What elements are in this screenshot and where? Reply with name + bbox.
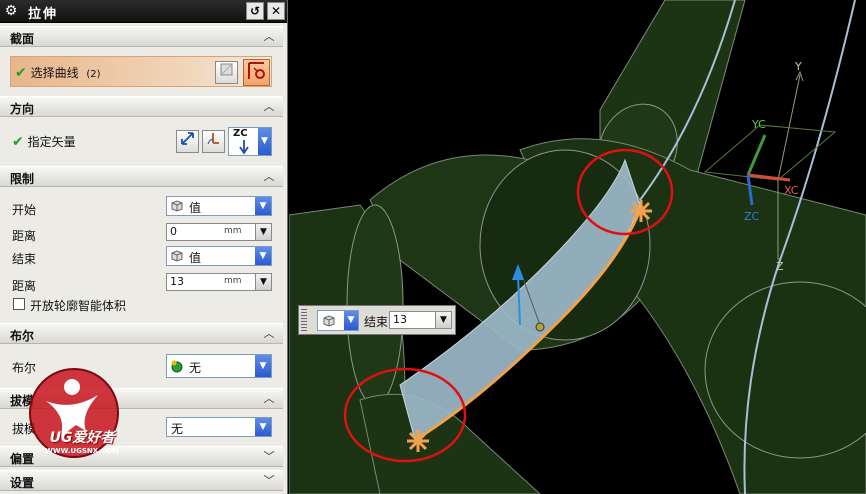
drag-handle[interactable]: [535, 322, 545, 332]
collapse-icon[interactable]: ︿: [261, 29, 277, 45]
boolean-value: 无: [189, 361, 202, 375]
collapse-icon[interactable]: ︿: [261, 391, 277, 407]
axis-label-z: Z: [776, 260, 784, 273]
onscreen-input-widget[interactable]: ▼ 结束 13 ▼: [298, 305, 456, 335]
open-profile-checkbox[interactable]: [13, 298, 25, 310]
vector-dialog-button[interactable]: [202, 130, 225, 153]
start-option-value: 值: [189, 201, 202, 215]
expand-icon[interactable]: ﹀: [261, 449, 277, 465]
start-option-combo[interactable]: 值 ▼: [166, 196, 272, 216]
graphics-viewport[interactable]: Y YC XC ZC Z: [289, 0, 866, 494]
draft-combo[interactable]: 无 ▼: [166, 417, 272, 437]
close-button[interactable]: ✕: [267, 2, 285, 20]
gear-icon[interactable]: ⚙: [3, 3, 19, 19]
start-distance-label: 距离: [12, 229, 37, 243]
value-cube-icon: [171, 200, 183, 212]
chevron-down-icon[interactable]: ▼: [255, 247, 271, 265]
vector-type-combo[interactable]: ZC ▼: [228, 127, 272, 156]
watermark-logo: UG爱好者 WWW.UGSNX.COM: [24, 365, 134, 465]
start-distance-field[interactable]: 0 mm ▼: [166, 223, 272, 241]
section-title-settings: 设置: [10, 476, 35, 490]
axis-label-xc: XC: [784, 184, 799, 197]
unit-label: mm: [224, 276, 242, 286]
watermark-brand: UG爱好者: [49, 430, 115, 446]
axis-label-y: Y: [794, 60, 802, 73]
chevron-down-icon[interactable]: ▼: [255, 355, 271, 377]
chevron-down-icon[interactable]: ▼: [255, 224, 271, 240]
chevron-down-icon[interactable]: ▼: [258, 128, 271, 155]
chevron-down-icon[interactable]: ▼: [255, 197, 271, 215]
specify-vector-row: ✔ 指定矢量: [12, 133, 76, 150]
end-distance-field[interactable]: 13 mm ▼: [166, 273, 272, 291]
float-end-value: 13: [393, 313, 407, 326]
collapse-icon[interactable]: ︿: [261, 169, 277, 185]
axis-label-zc: ZC: [744, 210, 760, 223]
check-icon: ✔: [12, 134, 24, 150]
endpoint-marker: [407, 430, 429, 452]
float-option-combo[interactable]: ▼: [317, 310, 359, 331]
specify-vector-label: 指定矢量: [27, 135, 76, 149]
reset-button[interactable]: ↺: [246, 2, 264, 20]
float-end-field[interactable]: 13 ▼: [389, 311, 452, 329]
section-title-limits: 限制: [10, 172, 35, 186]
draft-value: 无: [171, 422, 184, 436]
chevron-down-icon[interactable]: ▼: [344, 311, 358, 330]
end-distance-label: 距离: [12, 279, 37, 293]
reverse-direction-icon: [181, 132, 194, 145]
value-cube-icon: [323, 315, 335, 327]
down-arrow-icon: [239, 140, 249, 155]
collapse-icon[interactable]: ︿: [261, 99, 277, 115]
drag-grip[interactable]: [301, 309, 307, 331]
section-title-direction: 方向: [10, 102, 35, 116]
dialog-titlebar: ⚙ 拉伸 ↺ ✕: [0, 0, 287, 23]
watermark-url: WWW.UGSNX.COM: [45, 447, 119, 455]
float-end-label: 结束: [364, 315, 389, 329]
reverse-direction-button[interactable]: [176, 130, 199, 153]
section-header-section[interactable]: 截面 ︿: [0, 26, 283, 47]
curve-select-button[interactable]: [243, 59, 270, 86]
sketch-section-button[interactable]: [215, 61, 238, 84]
boolean-combo[interactable]: 无 ▼: [166, 354, 272, 378]
value-cube-icon: [171, 250, 183, 262]
end-option-value: 值: [189, 251, 202, 265]
section-header-limits[interactable]: 限制 ︿: [0, 166, 283, 187]
end-option-combo[interactable]: 值 ▼: [166, 246, 272, 266]
section-title-boolean: 布尔: [10, 329, 35, 343]
open-profile-label: 开放轮廓智能体积: [30, 299, 127, 313]
chevron-down-icon[interactable]: ▼: [255, 418, 271, 436]
chevron-down-icon[interactable]: ▼: [255, 274, 271, 290]
select-curve-count: (2): [86, 69, 101, 80]
unit-label: mm: [224, 226, 242, 236]
dialog-title: 拉伸: [28, 7, 59, 22]
sketch-icon: [220, 63, 233, 76]
section-header-direction[interactable]: 方向 ︿: [0, 96, 283, 117]
curve-select-icon: [247, 62, 265, 79]
end-label: 结束: [12, 252, 37, 266]
collapse-icon[interactable]: ︿: [261, 326, 277, 342]
section-header-settings[interactable]: 设置 ﹀: [0, 470, 283, 491]
endpoint-marker: [630, 200, 652, 222]
start-label: 开始: [12, 203, 37, 217]
start-distance-value: 0: [170, 225, 177, 238]
expand-icon[interactable]: ﹀: [261, 473, 277, 489]
check-icon: ✔: [15, 65, 27, 81]
end-distance-value: 13: [170, 275, 184, 288]
vector-constructor-icon: [207, 133, 219, 145]
section-header-boolean[interactable]: 布尔 ︿: [0, 323, 283, 344]
boolean-none-icon: [171, 360, 183, 373]
chevron-down-icon[interactable]: ▼: [435, 312, 451, 328]
vector-type-value: ZC: [233, 128, 248, 139]
select-curve-label: 选择曲线: [30, 66, 79, 80]
section-title-section: 截面: [10, 32, 35, 46]
axis-label-yc: YC: [751, 118, 766, 131]
